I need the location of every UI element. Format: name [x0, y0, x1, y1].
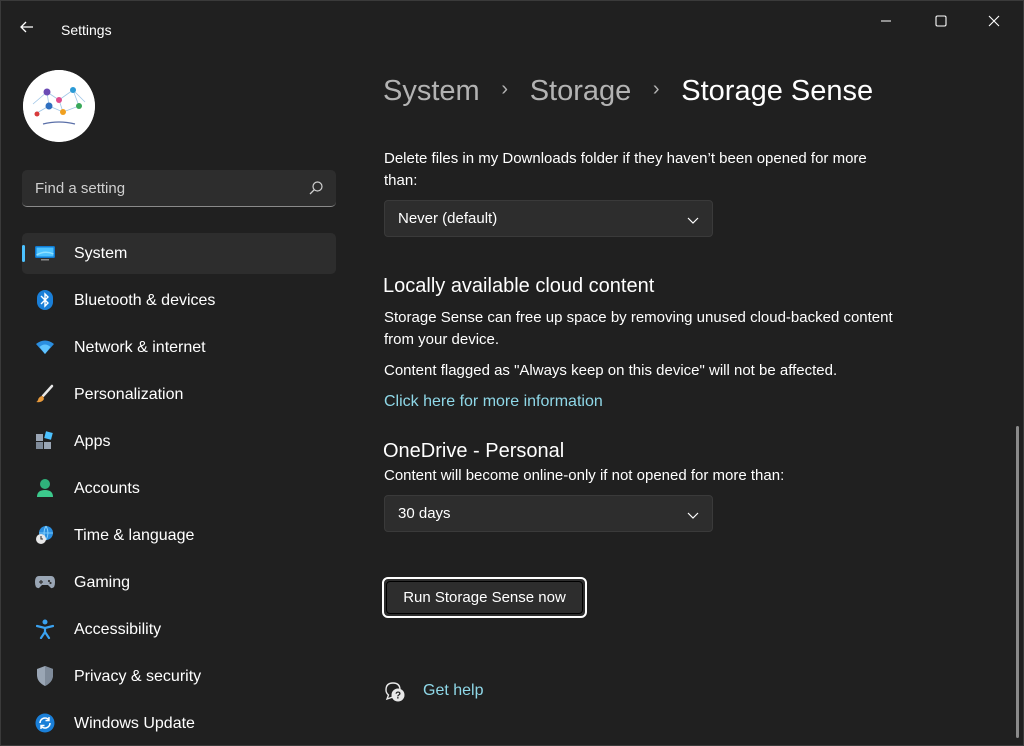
sidebar-item-label: Accounts — [74, 480, 140, 497]
sidebar-item-label: Gaming — [74, 574, 131, 591]
breadcrumb-storage[interactable]: Storage — [530, 75, 632, 108]
back-arrow-icon — [20, 21, 33, 33]
shield-icon — [35, 666, 55, 686]
sidebar-item-label: Personalization — [74, 386, 184, 403]
brush-icon — [35, 384, 55, 404]
sidebar-nav: System Bluetooth & devices Network & int… — [22, 233, 336, 746]
avatar[interactable] — [23, 70, 95, 142]
sidebar-item-network[interactable]: Network & internet — [22, 327, 336, 368]
sidebar-item-windows-update[interactable]: Windows Update — [22, 703, 336, 744]
minimize-icon — [881, 20, 891, 22]
search-input[interactable] — [22, 170, 302, 206]
update-icon — [35, 713, 55, 733]
app-title: Settings — [61, 22, 112, 38]
onedrive-description: Content will become online-only if not o… — [384, 467, 785, 484]
svg-text:?: ? — [395, 691, 401, 702]
wifi-icon — [35, 337, 55, 357]
sidebar-item-gaming[interactable]: Gaming — [22, 562, 336, 603]
chevron-down-icon — [687, 512, 699, 519]
sidebar-item-label: Accessibility — [74, 621, 162, 638]
bluetooth-icon — [35, 290, 55, 310]
sidebar-item-accessibility[interactable]: Accessibility — [22, 609, 336, 650]
globe-clock-icon — [35, 525, 55, 545]
get-help-link[interactable]: Get help — [423, 682, 483, 700]
more-information-link[interactable]: Click here for more information — [384, 393, 603, 411]
search-icon[interactable] — [308, 180, 324, 196]
person-icon — [35, 478, 55, 498]
apps-icon — [35, 431, 55, 451]
maximize-button[interactable] — [918, 9, 964, 33]
downloads-dropdown-value: Never (default) — [398, 210, 498, 227]
onedrive-heading: OneDrive - Personal — [383, 440, 565, 462]
onedrive-dropdown-value: 30 days — [398, 505, 451, 522]
onedrive-dropdown[interactable]: 30 days — [384, 495, 713, 532]
cloud-content-heading: Locally available cloud content — [383, 275, 655, 297]
sidebar-item-bluetooth[interactable]: Bluetooth & devices — [22, 280, 336, 321]
sidebar-item-label: Apps — [74, 433, 111, 450]
downloads-dropdown[interactable]: Never (default) — [384, 200, 713, 237]
close-icon — [988, 15, 1000, 27]
gamepad-icon — [35, 572, 55, 592]
sidebar-item-system[interactable]: System — [22, 233, 336, 274]
sidebar-item-time-language[interactable]: Time & language — [22, 515, 336, 556]
help-chat-icon[interactable]: ? — [384, 681, 406, 703]
accessibility-icon — [35, 619, 55, 639]
sidebar-item-privacy[interactable]: Privacy & security — [22, 656, 336, 697]
title-bar: Settings — [1, 1, 1023, 41]
sidebar-item-label: Privacy & security — [74, 668, 202, 685]
page-title: Storage Sense — [681, 74, 874, 107]
sidebar-item-label: Bluetooth & devices — [74, 292, 216, 309]
minimize-button[interactable] — [863, 9, 909, 33]
downloads-description: Delete files in my Downloads folder if t… — [384, 150, 867, 189]
breadcrumb-separator: › — [501, 77, 509, 100]
sidebar-item-label: Windows Update — [74, 715, 195, 732]
chevron-down-icon — [687, 217, 699, 224]
sidebar-item-personalization[interactable]: Personalization — [22, 374, 336, 415]
sidebar-item-apps[interactable]: Apps — [22, 421, 336, 462]
system-display-icon — [35, 243, 55, 263]
cloud-content-note: Content flagged as "Always keep on this … — [384, 362, 838, 379]
search-box — [22, 170, 336, 207]
sidebar-item-accounts[interactable]: Accounts — [22, 468, 336, 509]
cloud-content-description: Storage Sense can free up space by remov… — [384, 309, 893, 348]
profile-picture — [23, 70, 95, 142]
scrollbar[interactable] — [1016, 426, 1019, 738]
settings-window: Settings Find a setting System Bluetooth… — [0, 0, 1024, 746]
sidebar-item-label: System — [74, 245, 128, 262]
breadcrumb: System › Storage › Storage Sense — [383, 71, 873, 111]
sidebar-item-label: Network & internet — [74, 339, 206, 356]
breadcrumb-separator: › — [652, 77, 660, 100]
breadcrumb-system[interactable]: System — [383, 75, 480, 108]
run-storage-sense-button[interactable]: Run Storage Sense now — [382, 577, 587, 618]
sidebar-item-label: Time & language — [74, 527, 195, 544]
maximize-icon — [935, 15, 947, 27]
focus-ring — [386, 581, 583, 614]
back-button[interactable] — [15, 15, 39, 39]
close-button[interactable] — [971, 9, 1017, 33]
